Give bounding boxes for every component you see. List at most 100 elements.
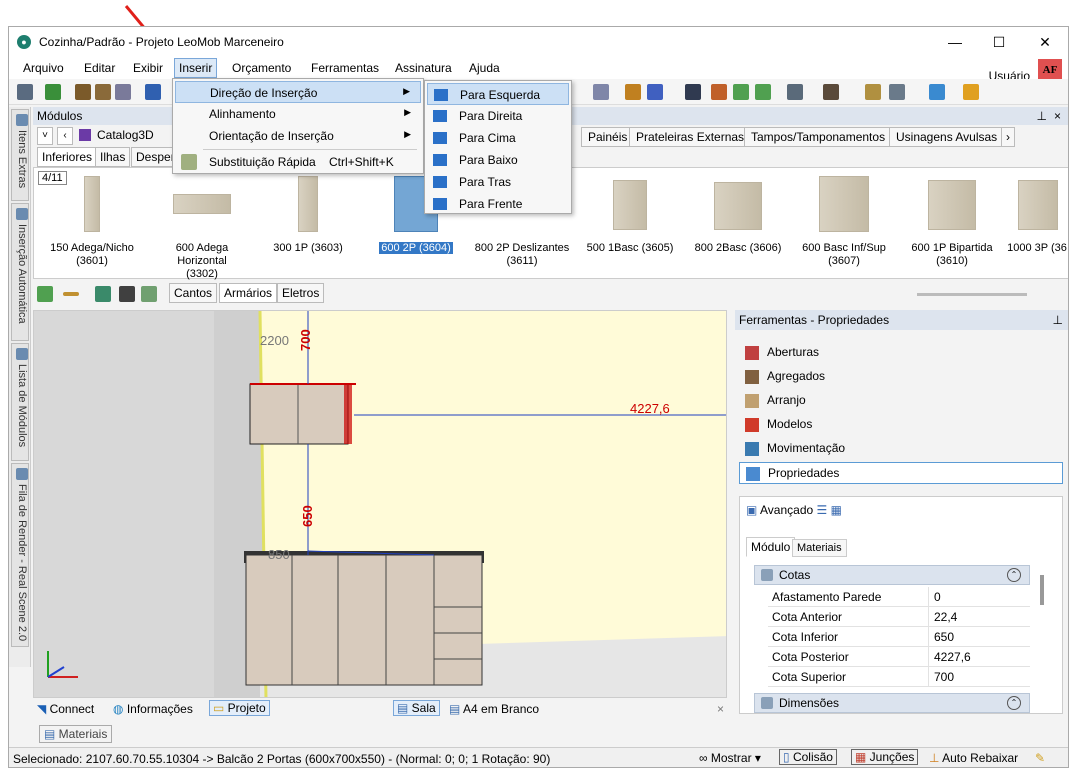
render2-icon[interactable] (95, 84, 111, 100)
tool-arranjo[interactable]: Arranjo (739, 390, 1063, 412)
module-item[interactable]: 150 Adega/Nicho (3601) (40, 174, 144, 274)
close-icon[interactable]: × (1054, 107, 1061, 125)
module-item[interactable]: 600 1P Bipartida (3610) (900, 174, 1004, 274)
projeto-button[interactable]: ▭ Projeto (209, 700, 270, 716)
juncoes-toggle[interactable]: ▦ Junções (851, 749, 919, 765)
chevron-down-icon[interactable]: ˅ (37, 127, 53, 145)
cube-icon[interactable] (823, 84, 839, 100)
render-icon[interactable] (75, 84, 91, 100)
menu-para-baixo[interactable]: Para Baixo (427, 149, 569, 171)
pin-icon[interactable]: ⊥ (1037, 107, 1047, 125)
tab-cantos[interactable]: Cantos (169, 283, 218, 303)
line-icon[interactable] (63, 292, 79, 296)
module-item[interactable]: 1000 3P (36 (1004, 174, 1068, 274)
tab-eletros[interactable]: Eletros (277, 283, 325, 303)
menu-para-frente[interactable]: Para Frente (427, 193, 569, 215)
avatar[interactable]: AF (1038, 59, 1062, 81)
menu-direcao-insercao[interactable]: Direção de Inserção ▶ (175, 81, 421, 103)
tab-lista-modulos[interactable]: Lista de Módulos (11, 343, 29, 461)
maximize-button[interactable]: ☐ (977, 31, 1021, 53)
subtab-inferiores[interactable]: Inferiores (37, 147, 98, 167)
menu-assinatura[interactable]: Assinatura (395, 61, 452, 75)
auto-rebaixar-toggle[interactable]: ⊥ Auto Rebaixar (929, 751, 1018, 765)
menu-arquivo[interactable]: Arquivo (23, 61, 64, 75)
property-row[interactable]: Afastamento Parede 0 (768, 587, 1030, 607)
materiais-tab[interactable]: ▤ Materiais (39, 725, 113, 743)
box-view-icon[interactable] (787, 84, 803, 100)
property-row[interactable]: Cota Inferior 650 (768, 627, 1030, 647)
layers-icon[interactable] (593, 84, 609, 100)
pin-icon[interactable]: ⊥ (1053, 310, 1063, 330)
menu-inserir[interactable]: Inserir (174, 58, 218, 78)
tool-movimentacao[interactable]: Movimentação (739, 438, 1063, 460)
tool-aberturas[interactable]: Aberturas (739, 342, 1063, 364)
arrow-right-icon[interactable] (755, 84, 771, 100)
binoculars-icon[interactable] (119, 286, 135, 302)
module-item[interactable]: 600 Basc Inf/Sup (3607) (792, 174, 896, 274)
tab-fila-render[interactable]: Fila de Render - Real Scene 2.0 (11, 463, 29, 647)
brush-icon[interactable] (865, 84, 881, 100)
section-cotas[interactable]: Cotas ⌃ (754, 565, 1030, 585)
export-icon[interactable] (45, 84, 61, 100)
menu-editar[interactable]: Editar (84, 61, 115, 75)
close-icon[interactable]: × (717, 702, 724, 716)
tab-modulo[interactable]: Módulo (746, 537, 796, 557)
sala-button[interactable]: ▤ Sala (393, 700, 440, 716)
module-item[interactable]: 500 1Basc (3605) (578, 174, 682, 274)
user-icon[interactable] (963, 84, 979, 100)
collapse-icon[interactable]: ⌃ (1007, 696, 1021, 710)
property-row[interactable]: Cota Posterior 4227,6 (768, 647, 1030, 667)
menu-orcamento[interactable]: Orçamento (232, 61, 291, 75)
properties-scrollbar[interactable] (1040, 575, 1044, 605)
close-button[interactable]: ✕ (1023, 31, 1067, 53)
undo-icon[interactable] (145, 84, 161, 100)
chevron-right-icon[interactable]: › (1001, 127, 1015, 147)
base-cabinet[interactable] (245, 554, 483, 686)
menu-alinhamento[interactable]: Alinhamento ▶ (175, 103, 421, 125)
wrench-icon[interactable]: ✎ (1035, 751, 1045, 765)
menu-exibir[interactable]: Exibir (133, 61, 163, 75)
tab-tampos[interactable]: Tampos/Tamponamentos (744, 127, 893, 147)
tab-armarios[interactable]: Armários (219, 283, 278, 303)
list-view-icon[interactable]: ☰ (817, 503, 828, 517)
module-item[interactable]: 600 Adega Horizontal (3302) (150, 174, 254, 280)
eye-icon[interactable] (685, 84, 701, 100)
tool-propriedades[interactable]: Propriedades (739, 462, 1063, 484)
property-row[interactable]: Cota Anterior 22,4 (768, 607, 1030, 627)
menu-para-cima[interactable]: Para Cima (427, 127, 569, 149)
tab-insercao-automatica[interactable]: Inserção Automática (11, 203, 29, 341)
tab-paineis[interactable]: Painéis (581, 127, 635, 147)
move-icon[interactable] (95, 286, 111, 302)
grid-view-icon[interactable]: ▦ (831, 503, 842, 517)
menu-ajuda[interactable]: Ajuda (469, 61, 500, 75)
informacoes-button[interactable]: ◍ Informações (113, 702, 193, 716)
property-row[interactable]: Cota Superior 700 (768, 667, 1030, 687)
ruler-icon[interactable] (625, 84, 641, 100)
tool-modelos[interactable]: Modelos (739, 414, 1063, 436)
menu-para-esquerda[interactable]: Para Esquerda (427, 83, 569, 105)
3d-viewport[interactable]: 2200 700 4227,6 650 850 (33, 310, 727, 698)
replace-icon[interactable] (141, 286, 157, 302)
minimize-button[interactable]: — (933, 31, 977, 53)
chevron-left-icon[interactable]: ‹ (57, 127, 73, 145)
menu-para-direita[interactable]: Para Direita (427, 105, 569, 127)
tab-prateleiras-externas[interactable]: Prateleiras Externas (629, 127, 752, 147)
tab-itens-extras[interactable]: Itens Extras (11, 109, 29, 201)
insert-icon[interactable] (37, 286, 53, 302)
gallery-scrollbar[interactable] (917, 293, 1027, 296)
menu-substituicao-rapida[interactable]: Substituição Rápida Ctrl+Shift+K (175, 151, 421, 173)
advanced-header[interactable]: ▣ Avançado ☰ ▦ (746, 503, 842, 517)
print-icon[interactable] (115, 84, 131, 100)
tool-agregados[interactable]: Agregados (739, 366, 1063, 388)
tab-materiais[interactable]: Materiais (792, 539, 847, 557)
menu-orientacao-insercao[interactable]: Orientação de Inserção ▶ (175, 125, 421, 147)
tab-usinagens-avulsas[interactable]: Usinagens Avulsas (889, 127, 1005, 147)
subtab-ilhas[interactable]: Ilhas (95, 147, 131, 167)
mostrar-dropdown[interactable]: ∞ Mostrar ▾ (699, 751, 761, 765)
module-item[interactable]: 800 2Basc (3606) (686, 174, 790, 274)
tool-icon[interactable] (711, 84, 727, 100)
section-dimensoes[interactable]: Dimensões ⌃ (754, 693, 1030, 713)
connect-button[interactable]: ◥ Connect (37, 702, 94, 716)
a4-button[interactable]: ▤ A4 em Branco (449, 702, 539, 716)
catalog-selector[interactable]: Catalog3D (79, 128, 154, 142)
